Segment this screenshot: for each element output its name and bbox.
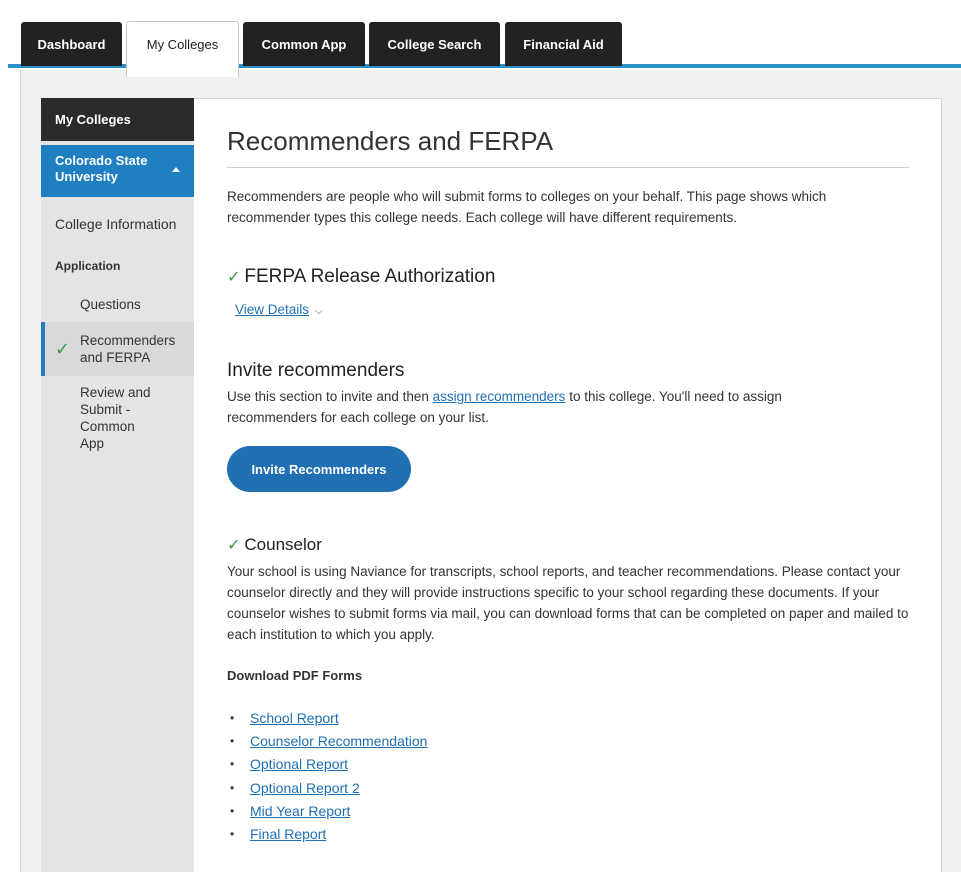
sidebar-college-toggle[interactable]: Colorado State University [41, 145, 194, 197]
list-item: • School Report [230, 706, 427, 729]
tab-label: My Colleges [146, 37, 219, 52]
counselor-recommendation-link[interactable]: Counselor Recommendation [250, 733, 427, 749]
invite-text: Use this section to invite and then assi… [227, 386, 867, 428]
college-name: Colorado State University [55, 153, 148, 184]
intro-text: Recommenders are people who will submit … [227, 189, 827, 225]
check-icon: ✓ [227, 537, 241, 554]
check-icon: ✓ [55, 339, 71, 359]
title-divider [227, 167, 909, 168]
tab-common-app[interactable]: Common App [243, 22, 365, 66]
final-report-link[interactable]: Final Report [250, 826, 326, 842]
view-details-toggle[interactable]: View Details ⌵ [235, 302, 323, 317]
bullet-icon: • [230, 827, 235, 842]
top-tab-bar: Dashboard My Colleges Common App College… [0, 0, 961, 77]
download-forms-heading: Download PDF Forms [227, 668, 363, 683]
page-title: Recommenders and FERPA [227, 126, 554, 156]
check-icon: ✓ [227, 269, 241, 286]
tab-label: Dashboard [37, 36, 106, 52]
bullet-icon: • [230, 757, 235, 772]
counselor-heading: ✓ Counselor [227, 535, 322, 555]
optional-report-link[interactable]: Optional Report [250, 756, 348, 772]
list-item: • Counselor Recommendation [230, 729, 427, 752]
sidebar-item-review-submit[interactable]: Review and Submit - Common App [80, 384, 160, 452]
counselor-heading-text: Counselor [244, 535, 322, 554]
tab-dashboard[interactable]: Dashboard [21, 22, 122, 66]
sidebar-title: My Colleges [41, 98, 194, 141]
bullet-icon: • [230, 803, 235, 818]
list-item: • Final Report [230, 822, 427, 845]
counselor-text: Your school is using Naviance for transc… [227, 564, 909, 642]
bullet-icon: • [230, 780, 235, 795]
sidebar-item-college-information[interactable]: College Information [55, 216, 176, 232]
invite-heading: Invite recommenders [227, 360, 405, 381]
tab-college-search[interactable]: College Search [369, 22, 500, 66]
assign-recommenders-link[interactable]: assign recommenders [433, 389, 566, 404]
sidebar-item-questions[interactable]: Questions [80, 296, 180, 313]
bullet-icon: • [230, 733, 235, 748]
sidebar-section-application: Application [55, 259, 121, 273]
optional-report-2-link[interactable]: Optional Report 2 [250, 780, 360, 796]
ferpa-heading-text: FERPA Release Authorization [244, 266, 496, 287]
invite-recommenders-button[interactable]: Invite Recommenders [227, 446, 411, 492]
view-details-link[interactable]: View Details [235, 302, 309, 317]
sidebar [41, 98, 194, 872]
ferpa-heading: ✓ FERPA Release Authorization [227, 266, 495, 288]
tab-my-colleges[interactable]: My Colleges [126, 21, 239, 77]
tab-label: Common App [261, 36, 347, 52]
tab-financial-aid[interactable]: Financial Aid [505, 22, 622, 66]
pdf-forms-list: • School Report • Counselor Recommendation… [230, 706, 427, 846]
caret-up-icon [172, 167, 180, 172]
sidebar-item-recommenders[interactable]: Recommenders and FERPA [80, 332, 190, 366]
list-item: • Optional Report [230, 753, 427, 776]
invite-text-part: Use this section to invite and then [227, 389, 433, 404]
list-item: • Optional Report 2 [230, 776, 427, 799]
mid-year-report-link[interactable]: Mid Year Report [250, 803, 350, 819]
list-item: • Mid Year Report [230, 799, 427, 822]
school-report-link[interactable]: School Report [250, 710, 339, 726]
tab-label: Financial Aid [523, 36, 604, 52]
chevron-down-icon: ⌵ [315, 306, 323, 317]
bullet-icon: • [230, 710, 235, 725]
tab-label: College Search [387, 36, 482, 52]
